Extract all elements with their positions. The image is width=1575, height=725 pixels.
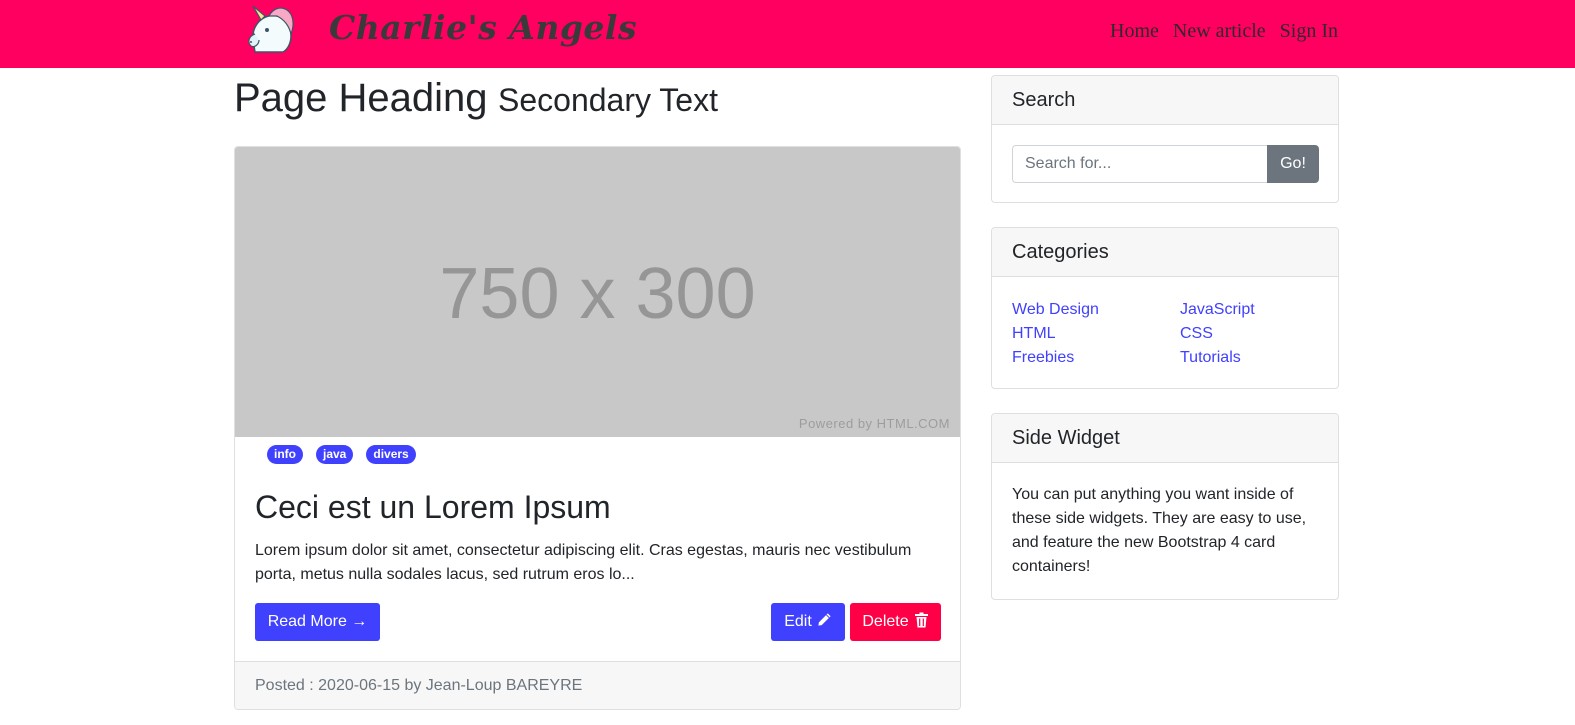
category-list: Web Design JavaScript HTML CSS Freebies … [1012, 298, 1330, 370]
page-title: Page Heading [234, 76, 488, 120]
tag-list: info java divers [267, 445, 416, 464]
image-placeholder-text: 750 x 300 [439, 254, 756, 334]
search-go-button[interactable]: Go! [1267, 145, 1319, 183]
nav-links: Home New article Sign In [1110, 20, 1338, 43]
post-title: Ceci est un Lorem Ipsum [255, 489, 611, 525]
tag-info[interactable]: info [267, 445, 303, 464]
post-footer: Posted : 2020-06-15 by Jean-Loup BAREYRE [235, 661, 960, 709]
nav-link-new-article[interactable]: New article [1173, 20, 1266, 43]
pencil-icon [817, 612, 832, 632]
edit-label: Edit [784, 613, 812, 630]
category-link[interactable]: JavaScript [1180, 298, 1330, 322]
post-image: 750 x 300 Powered by HTML.COM [235, 147, 960, 437]
categories-card-title: Categories [992, 228, 1338, 277]
category-link[interactable]: Web Design [1012, 298, 1180, 322]
side-widget-title: Side Widget [992, 414, 1338, 463]
nav-link-sign-in[interactable]: Sign In [1280, 20, 1338, 43]
navbar: Charlie's Angels Home New article Sign I… [0, 0, 1575, 68]
categories-card: Categories Web Design JavaScript HTML CS… [991, 227, 1339, 389]
side-widget-text: You can put anything you want inside of … [1012, 486, 1307, 575]
search-input[interactable] [1012, 145, 1268, 183]
delete-button[interactable]: Delete [850, 603, 941, 641]
side-widget-card: Side Widget You can put anything you wan… [991, 413, 1339, 600]
edit-button[interactable]: Edit [771, 603, 845, 641]
image-credit: Powered by HTML.COM [798, 416, 950, 431]
search-card: Search Go! [991, 75, 1339, 203]
page-subtitle: Secondary Text [498, 82, 718, 118]
post-excerpt: Lorem ipsum dolor sit amet, consectetur … [255, 542, 912, 583]
read-more-button[interactable]: Read More → [255, 603, 380, 641]
trash-icon [914, 612, 929, 633]
category-link[interactable]: HTML [1012, 322, 1180, 346]
post-card: 750 x 300 Powered by HTML.COM info java … [234, 146, 961, 710]
nav-link-home[interactable]: Home [1110, 20, 1159, 43]
category-link[interactable]: CSS [1180, 322, 1330, 346]
category-link[interactable]: Tutorials [1180, 346, 1330, 370]
tag-java[interactable]: java [316, 445, 354, 464]
category-link[interactable]: Freebies [1012, 346, 1180, 370]
search-card-title: Search [992, 76, 1338, 125]
delete-label: Delete [862, 613, 909, 630]
brand-name[interactable]: Charlie's Angels [329, 8, 637, 47]
post-meta: Posted : 2020-06-15 by Jean-Loup BAREYRE [255, 677, 583, 694]
page-heading: Page Heading Secondary Text [234, 76, 718, 121]
unicorn-icon[interactable] [243, 4, 297, 56]
tag-divers[interactable]: divers [366, 445, 416, 464]
